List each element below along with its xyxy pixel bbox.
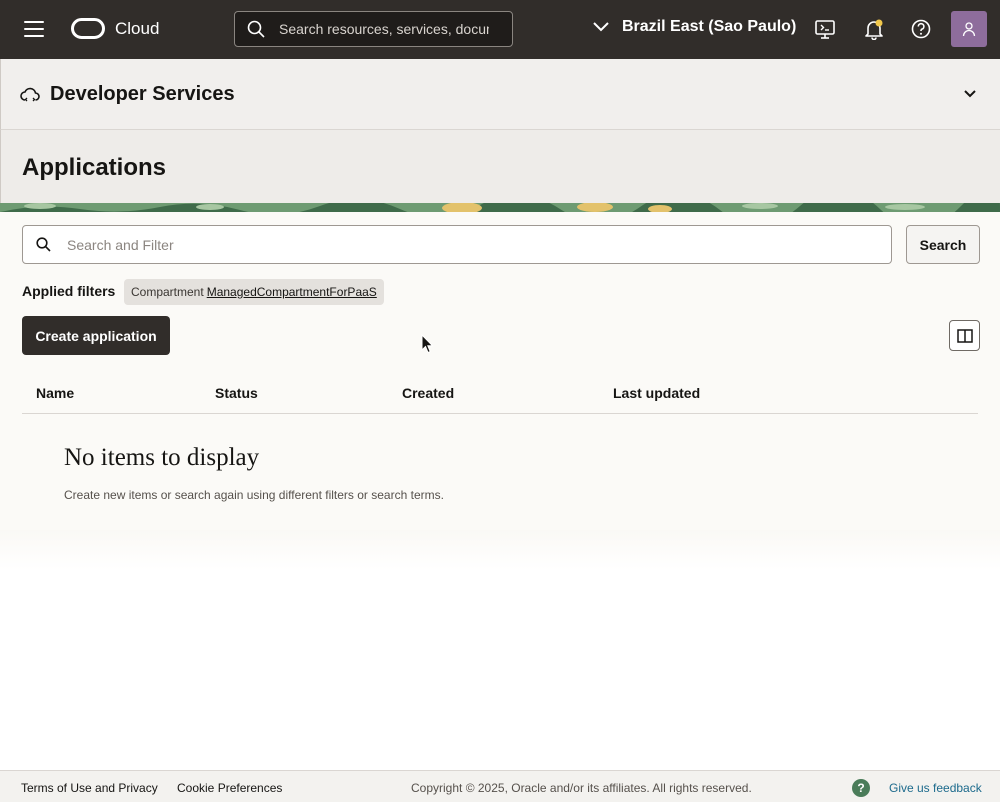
user-icon [962, 22, 976, 37]
search-filter-input[interactable] [67, 236, 847, 253]
chevron-down-icon[interactable] [963, 89, 977, 99]
empty-state-title: No items to display [64, 444, 260, 471]
create-application-button[interactable]: Create application [22, 316, 170, 355]
column-header-created[interactable]: Created [402, 385, 454, 401]
region-selector[interactable]: Brazil East (Sao Paulo) [593, 18, 796, 36]
global-search[interactable] [234, 11, 513, 47]
service-title: Developer Services [50, 83, 235, 105]
columns-icon [956, 328, 973, 343]
column-settings-button[interactable] [949, 320, 980, 351]
footer: Terms of Use and Privacy Cookie Preferen… [0, 770, 1000, 802]
column-header-last-updated[interactable]: Last updated [613, 385, 700, 401]
cookie-preferences-link[interactable]: Cookie Preferences [177, 781, 282, 795]
empty-state-subtitle: Create new items or search again using d… [64, 488, 444, 502]
cloud-shell-icon[interactable] [814, 18, 836, 40]
column-header-status[interactable]: Status [215, 385, 258, 401]
terms-link[interactable]: Terms of Use and Privacy [21, 781, 158, 795]
decorative-banner [0, 203, 1000, 212]
menu-icon[interactable] [24, 21, 44, 37]
chevron-down-icon [593, 22, 609, 32]
region-label: Brazil East (Sao Paulo) [622, 18, 797, 35]
search-button[interactable]: Search [906, 225, 980, 264]
top-navigation-bar: Cloud Brazil East (Sao Paulo) [0, 0, 1000, 59]
column-header-name[interactable]: Name [36, 385, 74, 401]
global-search-input[interactable] [279, 21, 489, 37]
feedback-link[interactable]: Give us feedback [889, 781, 982, 795]
applied-filters-label: Applied filters [22, 283, 116, 299]
content-background [0, 530, 1000, 770]
page-title: Applications [22, 154, 167, 181]
help-icon[interactable] [910, 18, 932, 40]
chip-key: Compartment [131, 285, 204, 299]
notification-bell-icon[interactable] [863, 18, 885, 40]
chip-value-link[interactable]: ManagedCompartmentForPaaS [207, 285, 377, 299]
mouse-cursor-icon [421, 334, 434, 354]
developer-cloud-icon [20, 87, 40, 102]
help-circle-icon[interactable]: ? [852, 779, 870, 797]
search-filter-field[interactable] [22, 225, 892, 264]
copyright-text: Copyright © 2025, Oracle and/or its affi… [411, 781, 752, 795]
user-avatar[interactable] [951, 11, 987, 47]
search-icon [36, 237, 51, 252]
brand-label[interactable]: Cloud [115, 19, 159, 39]
compartment-filter-chip[interactable]: Compartment ManagedCompartmentForPaaS [124, 279, 384, 305]
oracle-logo[interactable] [71, 18, 105, 39]
table-header: Name Status Created Last updated [22, 373, 978, 414]
search-icon [247, 20, 265, 38]
